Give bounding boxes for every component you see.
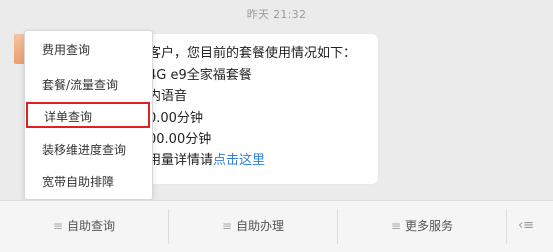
message-line: 00.00分钟 [148,132,212,147]
menu-item-detail-query[interactable]: 详单查询 [26,102,150,128]
timestamp: 昨天 21:32 [246,8,307,21]
click-here-link[interactable]: 点击这里 [213,153,265,168]
hamburger-icon: ≡ [52,219,64,233]
hamburger-icon: ≡ [390,219,402,233]
tab-label: 更多服务 [405,219,454,233]
menu-item-progress-query[interactable]: 装移维进度查询 [25,137,152,163]
tab-more-services[interactable]: ≡ 更多服务 [338,201,506,252]
divider [506,209,507,244]
menu-item-broadband-troubleshoot[interactable]: 宽带自助排障 [25,169,152,195]
message-line: 内语音 [148,89,188,104]
message-line: 0.00分钟 [148,111,203,126]
keyboard-toggle-icon[interactable]: ‹≡ [514,217,538,235]
tab-self-query[interactable]: ≡ 自助查询 [0,201,168,252]
menu-item-fee-query[interactable]: 费用查询 [25,37,152,63]
bottom-menu-bar: ≡ 自助查询 ≡ 自助办理 ≡ 更多服务 ‹≡ [0,200,553,252]
tab-label: 自助办理 [236,219,285,233]
message-prefix: 用量详情请 [148,153,214,168]
hamburger-icon: ≡ [221,219,233,233]
popup-menu: 费用查询 套餐/流量查询 详单查询 装移维进度查询 宽带自助排障 [24,30,153,200]
menu-item-package-traffic-query[interactable]: 套餐/流量查询 [25,72,152,98]
message-line: 客户，您目前的套餐使用情况如下： [148,46,357,61]
message-line-last: 用量详情请点击这里 [148,149,265,168]
message-line: 4G e9全家福套餐 [148,68,252,83]
tab-self-service[interactable]: ≡ 自助办理 [169,201,337,252]
tab-label: 自助查询 [67,219,116,233]
